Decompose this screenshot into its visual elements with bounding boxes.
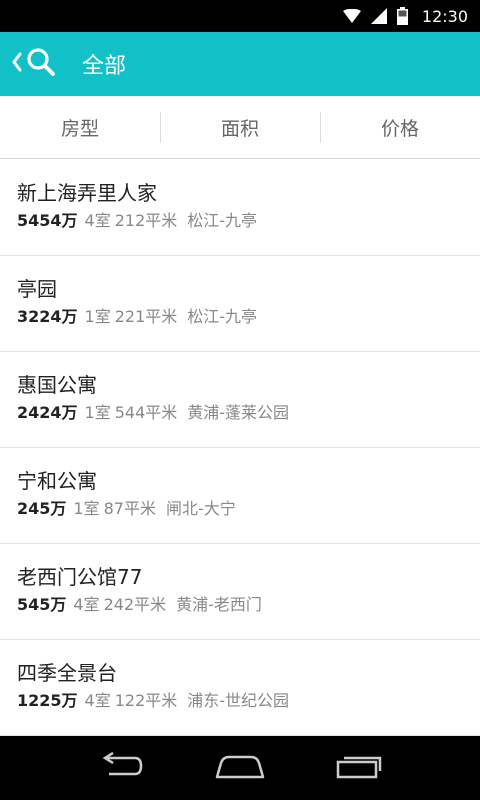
back-button[interactable] [0,32,22,96]
listing-meta: 1225万 4室 122平米 浦东-世纪公园 [17,690,480,712]
status-bar: 12:30 [0,0,480,32]
listing-name: 新上海弄里人家 [17,181,157,205]
list-item[interactable]: 惠国公寓 2424万 1室 544平米 黄浦-蓬莱公园 [0,352,480,448]
listing-area: 122平米 [114,691,178,710]
listing-location: 黄浦-蓬莱公园 [187,403,290,422]
battery-icon [396,7,408,25]
listing-name: 老西门公馆77 [17,565,143,589]
listing-rooms: 1室 [84,403,111,422]
filter-room-type[interactable]: 房型 [0,96,160,158]
listing-rooms: 1室 [84,307,111,326]
listing-meta: 2424万 1室 544平米 黄浦-蓬莱公园 [17,402,480,424]
system-nav-bar [0,736,480,800]
listing-name: 四季全景台 [17,661,117,685]
listing-price: 1225万 [17,691,78,710]
recent-apps-icon [336,753,384,783]
listing-location: 闸北-大宁 [165,499,236,518]
listing-price: 3224万 [17,307,78,326]
filter-price[interactable]: 价格 [320,96,480,158]
nav-recent-apps-button[interactable] [330,744,390,792]
list-item[interactable]: 四季全景台 1225万 4室 122平米 浦东-世纪公园 [0,640,480,736]
listing-location: 黄浦-老西门 [176,595,262,614]
search-button[interactable] [24,32,58,96]
listing-meta: 3224万 1室 221平米 松江-九亭 [17,306,480,328]
wifi-icon [342,9,361,23]
app-bar: 全部 [0,32,480,96]
listing-price: 545万 [17,595,67,614]
nav-home-button[interactable] [210,744,270,792]
listing-price: 245万 [17,499,67,518]
listing-area: 87平米 [103,499,156,518]
listing-area: 242平米 [103,595,167,614]
listing-location: 松江-九亭 [187,307,258,326]
listing-area: 221平米 [114,307,178,326]
listing-list: 新上海弄里人家 5454万 4室 212平米 松江-九亭 亭园 3224万 1室 221平… [0,160,480,736]
list-item[interactable]: 老西门公馆77 545万 4室 242平米 黄浦-老西门 [0,544,480,640]
back-icon [97,751,143,784]
listing-location: 浦东-世纪公园 [187,691,290,710]
list-item[interactable]: 新上海弄里人家 5454万 4室 212平米 松江-九亭 [0,160,480,256]
home-icon [215,753,265,783]
list-item[interactable]: 亭园 3224万 1室 221平米 松江-九亭 [0,256,480,352]
listing-area: 544平米 [114,403,178,422]
listing-rooms: 4室 [73,595,100,614]
status-time: 12:30 [421,6,468,26]
listing-name: 亭园 [17,277,57,301]
listing-name: 宁和公寓 [17,469,97,493]
nav-back-button[interactable] [90,744,150,792]
list-item[interactable]: 宁和公寓 245万 1室 87平米 闸北-大宁 [0,448,480,544]
listing-rooms: 1室 [73,499,100,518]
page-title: 全部 [82,54,127,79]
listing-price: 5454万 [17,211,78,230]
signal-icon [370,8,387,24]
listing-rooms: 4室 [84,691,111,710]
filter-bar: 房型 面积 价格 [0,96,480,159]
search-icon [26,47,56,81]
filter-area[interactable]: 面积 [160,96,320,158]
listing-area: 212平米 [114,211,178,230]
listing-price: 2424万 [17,403,78,422]
listing-rooms: 4室 [84,211,111,230]
listing-meta: 5454万 4室 212平米 松江-九亭 [17,210,480,232]
listing-name: 惠国公寓 [17,373,97,397]
listing-meta: 545万 4室 242平米 黄浦-老西门 [17,594,480,616]
listing-location: 松江-九亭 [187,211,258,230]
chevron-left-icon [12,52,22,76]
listing-meta: 245万 1室 87平米 闸北-大宁 [17,498,480,520]
